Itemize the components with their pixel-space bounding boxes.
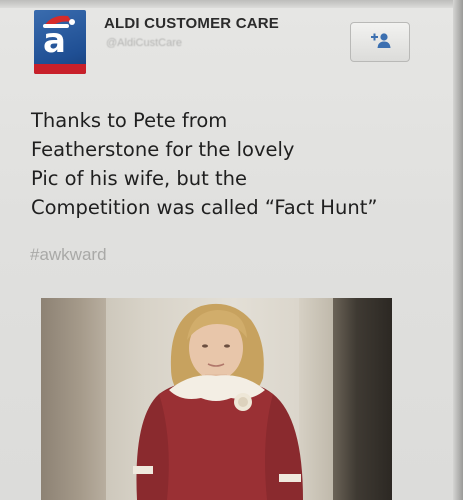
add-user-icon xyxy=(371,33,391,48)
account-name[interactable]: ALDI CUSTOMER CARE xyxy=(104,15,279,32)
tweet-line: Thanks to Pete from xyxy=(31,109,228,132)
follow-button[interactable] xyxy=(350,22,410,62)
account-handle[interactable]: @AldiCustCare xyxy=(106,37,182,49)
avatar-stripe xyxy=(34,64,86,74)
tweet-line: Pic of his wife, but the xyxy=(31,167,248,190)
avatar[interactable]: a xyxy=(34,10,86,74)
photo-person xyxy=(133,303,303,500)
tweet-photo[interactable] xyxy=(41,298,392,500)
screen-edge-right xyxy=(453,0,463,500)
tweet-text: Thanks to Pete from Featherstone for the… xyxy=(31,106,451,222)
tweet-line: Featherstone for the lovely xyxy=(31,138,295,161)
tweet-card: a ALDI CUSTOMER CARE @AldiCustCare Thank… xyxy=(0,0,463,500)
screen-edge-top xyxy=(0,0,463,8)
hashtag-link[interactable]: #awkward xyxy=(30,245,107,265)
tweet-line: Competition was called “Fact Hunt” xyxy=(31,196,378,219)
avatar-letter: a xyxy=(43,21,66,61)
